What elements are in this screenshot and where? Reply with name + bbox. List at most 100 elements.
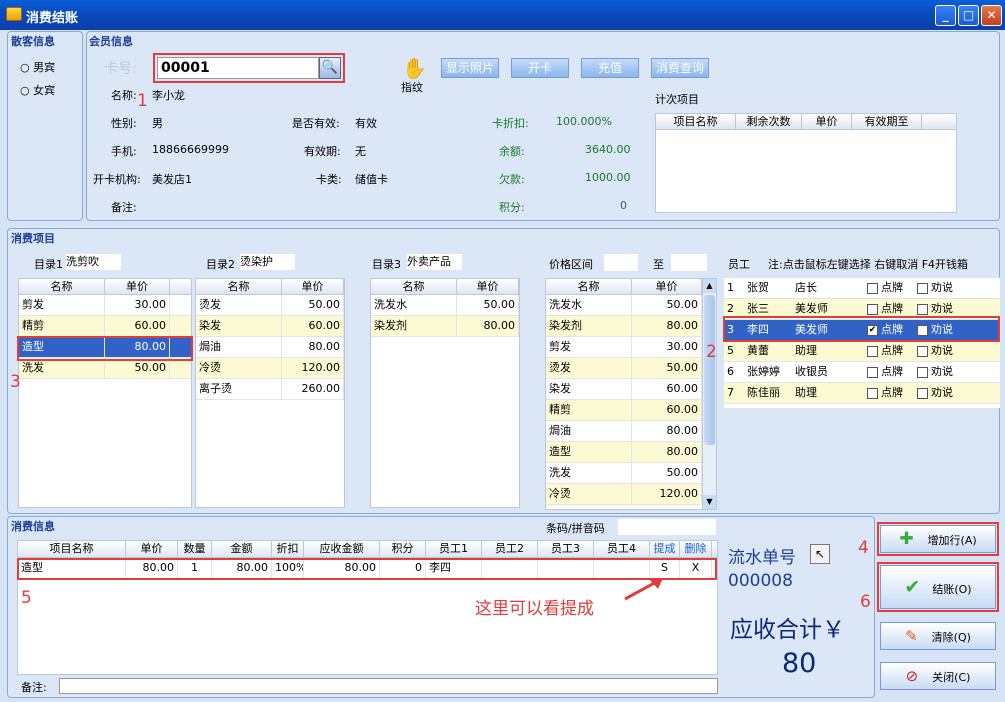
gender-value: 男 [152, 117, 163, 130]
bill-remark-input[interactable] [59, 678, 718, 694]
clear-button[interactable]: ✎ 清除(Q) [880, 622, 996, 650]
price-max-input[interactable] [671, 254, 707, 271]
bill-col-header: 金额 [212, 541, 272, 557]
list-item[interactable]: 洗发 50.00 [546, 463, 716, 484]
staff-row[interactable]: 5 黄蕾 助理 点牌 劝说 [724, 341, 1000, 362]
item-name: 造型 [546, 442, 632, 462]
checkout-button[interactable]: ✔ 结账(O) [880, 565, 996, 609]
point-card-check-icon[interactable] [867, 282, 878, 294]
point-card-check-icon[interactable] [867, 387, 878, 399]
clear-label: 清除(Q) [931, 631, 971, 644]
price-column-header: 单价 [105, 279, 170, 294]
cat2-field[interactable]: 烫染护 [240, 254, 295, 270]
item-price: 50.00 [457, 295, 519, 315]
cat1-field[interactable]: 洗剪吹 [66, 254, 121, 270]
recharge-button[interactable]: 充值 [581, 58, 639, 78]
staff-row[interactable]: 6 张婷婷 收银员 点牌 劝说 [724, 362, 1000, 383]
consume-title: 消费项目 [11, 232, 55, 245]
staff-index: 7 [727, 386, 734, 399]
item-price: 30.00 [105, 295, 170, 315]
count-col-header: 单价 [802, 114, 852, 129]
list-item[interactable]: 焗油 80.00 [546, 421, 716, 442]
point-card-checkbox[interactable]: 点牌 [864, 341, 914, 361]
list-item[interactable]: 染发剂 80.00 [546, 316, 716, 337]
check-icon: ✔ [904, 576, 921, 598]
card-label: 卡号: [104, 61, 137, 77]
cat3-field[interactable]: 外卖产品 [407, 254, 462, 270]
close-window-button[interactable]: ✕ [981, 5, 1002, 26]
point-card-check-icon[interactable] [867, 366, 878, 378]
add-row-button[interactable]: ✚ 增加行(A) [880, 525, 996, 553]
point-card-checkbox[interactable]: 点牌 [864, 362, 914, 382]
persuade-check-icon[interactable] [917, 303, 928, 315]
list-item[interactable]: 焗油 80.00 [196, 337, 344, 358]
staff-index: 6 [727, 365, 734, 378]
open-card-button[interactable]: 开卡 [511, 58, 569, 78]
female-radio[interactable]: ○ 女宾 [20, 82, 55, 98]
staff-highlight [723, 316, 1000, 342]
list4-table: 名称 单价 洗发水 50.00 染发剂 80.00 剪发 30.00 烫发 50.00 染发 60.0… [545, 278, 717, 510]
balance-value: 3640.00 [585, 143, 631, 156]
item-name: 染发剂 [371, 316, 457, 336]
barcode-input[interactable] [618, 519, 716, 535]
point-card-check-icon[interactable] [867, 303, 878, 315]
maximize-button[interactable]: □ [958, 5, 979, 26]
list-item[interactable]: 洗发 50.00 [19, 358, 191, 379]
marker-6: 6 [860, 592, 871, 612]
list4-scrollbar[interactable]: ▲ ▼ [702, 279, 716, 509]
male-radio[interactable]: ○ 男宾 [20, 59, 55, 75]
staff-row[interactable]: 1 张贺 店长 点牌 劝说 [724, 278, 1000, 299]
consume-query-button[interactable]: 消费查询 [651, 58, 709, 78]
points-label: 积分: [499, 201, 525, 214]
bill-col-header: 项目名称 [18, 541, 126, 557]
bill-col-header: 应收金额 [304, 541, 380, 557]
list-item[interactable]: 剪发 30.00 [546, 337, 716, 358]
persuade-checkbox[interactable]: 劝说 [914, 362, 964, 382]
cursor-icon[interactable]: ↖ [810, 544, 830, 564]
name-column-header: 名称 [546, 279, 632, 294]
staff-row[interactable]: 7 陈佳丽 助理 点牌 劝说 [724, 383, 1000, 404]
item-name: 焗油 [546, 421, 632, 441]
persuade-checkbox[interactable]: 劝说 [914, 383, 964, 403]
persuade-check-icon[interactable] [917, 366, 928, 378]
scroll-down-icon[interactable]: ▼ [703, 495, 716, 509]
list-item[interactable]: 烫发 50.00 [196, 295, 344, 316]
list-item[interactable]: 离子烫 260.00 [196, 379, 344, 400]
persuade-check-icon[interactable] [917, 387, 928, 399]
show-photo-button[interactable]: 显示照片 [441, 58, 499, 78]
list-item[interactable]: 染发 60.00 [546, 379, 716, 400]
list-item[interactable]: 洗发水 50.00 [546, 295, 716, 316]
list-item[interactable]: 造型 80.00 [546, 442, 716, 463]
list-item[interactable]: 剪发 30.00 [19, 295, 191, 316]
branch-value: 美发店1 [152, 173, 192, 186]
point-card-check-icon[interactable] [867, 345, 878, 357]
persuade-checkbox[interactable]: 劝说 [914, 278, 964, 298]
persuade-checkbox[interactable]: 劝说 [914, 341, 964, 361]
search-icon[interactable]: 🔍 [319, 57, 341, 79]
list-item[interactable]: 烫发 50.00 [546, 358, 716, 379]
list-item[interactable]: 洗发水 50.00 [371, 295, 519, 316]
point-card-checkbox[interactable]: 点牌 [864, 383, 914, 403]
close-button[interactable]: ⊘ 关闭(C) [880, 662, 996, 690]
list-item[interactable]: 染发 60.00 [196, 316, 344, 337]
persuade-check-icon[interactable] [917, 282, 928, 294]
persuade-label: 劝说 [931, 386, 953, 399]
list-item[interactable]: 精剪 60.00 [546, 400, 716, 421]
minimize-button[interactable]: _ [935, 5, 956, 26]
scroll-thumb[interactable] [704, 295, 715, 445]
list-item[interactable]: 染发剂 80.00 [371, 316, 519, 337]
persuade-check-icon[interactable] [917, 345, 928, 357]
list-item[interactable]: 冷烫 120.00 [196, 358, 344, 379]
list-item[interactable]: 冷烫 120.00 [546, 484, 716, 505]
item-price: 50.00 [632, 358, 702, 378]
scroll-up-icon[interactable]: ▲ [703, 279, 716, 293]
app-icon [6, 7, 22, 21]
price-min-input[interactable] [604, 254, 638, 271]
card-input[interactable]: 00001 [157, 57, 319, 79]
bill-col-header: 员工2 [482, 541, 538, 557]
fingerprint-icon[interactable]: ✋ [402, 56, 427, 80]
point-card-checkbox[interactable]: 点牌 [864, 278, 914, 298]
list-item[interactable]: 精剪 60.00 [19, 316, 191, 337]
cardtype-value: 储值卡 [355, 173, 388, 186]
staff-name: 陈佳丽 [747, 386, 780, 399]
